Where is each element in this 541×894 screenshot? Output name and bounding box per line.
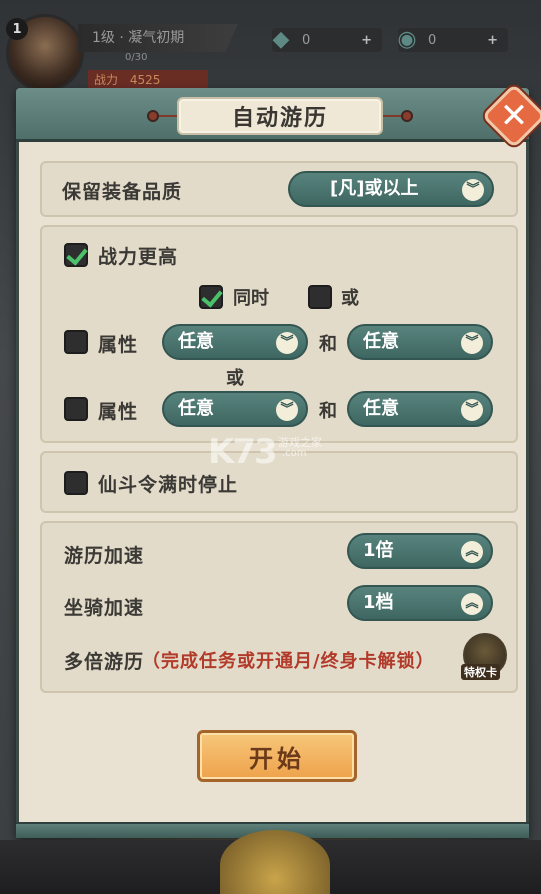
- player-exp-text: 0/30: [125, 52, 148, 63]
- attribute-row1-select-b-value: 任意: [363, 331, 399, 352]
- chevron-down-icon: ︾: [276, 399, 298, 421]
- mount-speed-dropdown[interactable]: 1档 ︽: [347, 585, 493, 621]
- resource-jade-add-button[interactable]: +: [361, 33, 372, 48]
- speed-panel: 游历加速 1倍 ︽ 坐骑加速 1档 ︽ 多倍游历 （完成任务或开通月/终身卡解锁…: [40, 521, 518, 693]
- resource-jade-value: 0: [302, 32, 311, 48]
- travel-speed-label: 游历加速: [64, 545, 145, 567]
- equipment-quality-panel: 保留装备品质 [凡]或以上 ︾: [40, 161, 518, 217]
- attribute-row2-select-b[interactable]: 任意 ︾: [347, 391, 493, 427]
- resource-coin-add-button[interactable]: +: [487, 33, 498, 48]
- watermark-domain: .com: [282, 448, 307, 459]
- travel-speed-dropdown[interactable]: 1倍 ︽: [347, 533, 493, 569]
- equipment-quality-value: [凡]或以上: [330, 178, 419, 199]
- travel-speed-value: 1倍: [363, 540, 394, 561]
- attribute-row2-select-b-value: 任意: [363, 398, 399, 419]
- logic-and-checkbox[interactable]: [199, 285, 223, 309]
- chevron-down-icon: ︾: [461, 332, 483, 354]
- attribute-row2-label: 属性: [98, 401, 139, 423]
- attribute-row1-select-a-value: 任意: [178, 331, 214, 352]
- jade-diamond-icon: ◆: [272, 26, 290, 52]
- power-label: 战力: [94, 73, 119, 87]
- resource-coin: ◉ 0 +: [397, 27, 508, 52]
- chevron-up-icon: ︽: [461, 541, 483, 563]
- stop-when-full-label: 仙斗令满时停止: [98, 474, 239, 496]
- logic-and-label: 同时: [233, 288, 269, 309]
- equipment-quality-dropdown[interactable]: [凡]或以上 ︾: [288, 171, 494, 207]
- logic-or-checkbox[interactable]: [308, 285, 332, 309]
- knot-left-icon: [147, 110, 159, 122]
- filter-panel: 战力更高 同时 或 属性 任意 ︾ 和 任意 ︾ 或 属性 任意 ︾ 和 任意 …: [40, 225, 518, 443]
- higher-power-label: 战力更高: [98, 246, 179, 268]
- close-icon: ✕: [499, 96, 529, 136]
- higher-power-checkbox[interactable]: [64, 243, 88, 267]
- privilege-card-label: 特权卡: [461, 664, 500, 680]
- chevron-down-icon: ︾: [276, 332, 298, 354]
- attribute-row2-select-a-value: 任意: [178, 398, 214, 419]
- stop-when-full-panel: 仙斗令满时停止: [40, 451, 518, 513]
- resource-coin-value: 0: [428, 32, 437, 48]
- chevron-down-icon: ︾: [462, 179, 484, 201]
- multi-travel-label: 多倍游历: [64, 651, 145, 673]
- player-level-text: 1级 · 凝气初期: [78, 24, 238, 52]
- player-level-badge: 1: [6, 18, 28, 40]
- dialog-title: 自动游历: [177, 97, 383, 135]
- attribute-row2-joiner: 和: [319, 401, 337, 422]
- attribute-row2-select-a[interactable]: 任意 ︾: [162, 391, 308, 427]
- knot-right-icon: [401, 110, 413, 122]
- equipment-quality-label: 保留装备品质: [62, 181, 183, 203]
- between-rows-or: 或: [226, 368, 244, 389]
- mount-speed-value: 1档: [363, 592, 394, 613]
- player-power: 战力 4525: [88, 70, 208, 90]
- bottom-main-orb-icon[interactable]: [220, 830, 330, 894]
- logic-or-label: 或: [341, 288, 359, 309]
- mount-speed-label: 坐骑加速: [64, 597, 145, 619]
- start-button[interactable]: 开始: [197, 730, 357, 782]
- attribute-row1-select-a[interactable]: 任意 ︾: [162, 324, 308, 360]
- resource-jade: ◆ 0 +: [272, 27, 382, 52]
- stop-when-full-checkbox[interactable]: [64, 471, 88, 495]
- watermark-logo: K73: [208, 432, 278, 472]
- attribute-row1-label: 属性: [98, 334, 139, 356]
- attribute-row1-select-b[interactable]: 任意 ︾: [347, 324, 493, 360]
- chevron-up-icon: ︽: [461, 593, 483, 615]
- multi-travel-unlock-hint: （完成任务或开通月/终身卡解锁）: [142, 651, 435, 672]
- attribute-row1-joiner: 和: [319, 334, 337, 355]
- power-value: 4525: [129, 73, 161, 87]
- attribute-row1-checkbox[interactable]: [64, 330, 88, 354]
- attribute-row2-checkbox[interactable]: [64, 397, 88, 421]
- chevron-down-icon: ︾: [461, 399, 483, 421]
- spirit-coin-icon: ◉: [397, 26, 417, 52]
